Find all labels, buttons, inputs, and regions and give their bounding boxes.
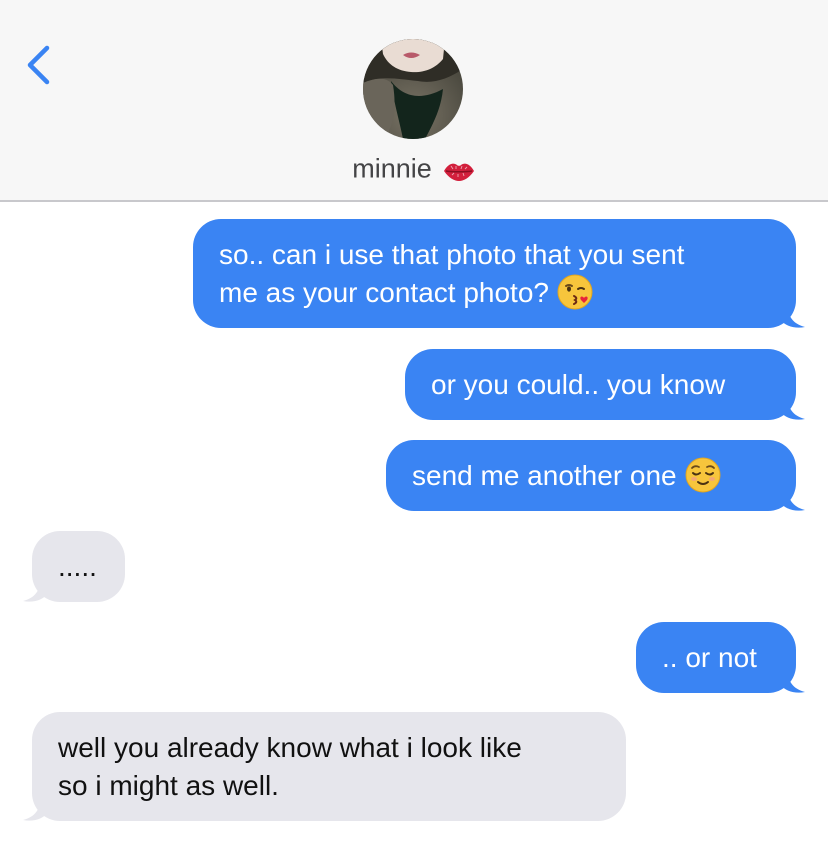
bubble-tail (23, 576, 47, 602)
message-line: me as your contact photo? (219, 277, 549, 308)
bubble-tail (781, 667, 805, 693)
bubble-tail (781, 485, 805, 511)
message-line: so i might as well. (58, 770, 279, 801)
message-line: ..... (58, 551, 97, 582)
avatar[interactable] (363, 39, 463, 139)
bubble-tail (781, 394, 805, 420)
contact-name: minnie (352, 153, 432, 184)
sent-message[interactable]: or you could.. you know (405, 349, 805, 420)
chevron-left-icon (27, 45, 50, 85)
message-line: send me another one (412, 460, 677, 491)
message-line: or you could.. you know (431, 369, 726, 400)
message-line: .. or not (662, 642, 757, 673)
face-blowing-kiss-icon (557, 274, 593, 310)
sent-message[interactable]: so.. can i use that photo that you sent … (193, 219, 805, 328)
message-line: so.. can i use that photo that you sent (219, 239, 685, 270)
message-line: well you already know what i look like (58, 732, 522, 763)
sent-message[interactable]: .. or not (636, 622, 805, 693)
back-button[interactable] (20, 40, 60, 90)
kiss-mark-icon (442, 158, 476, 181)
bubble-tail (23, 795, 47, 821)
contact-title[interactable]: minnie (0, 152, 828, 184)
relieved-face-icon (685, 457, 721, 493)
conversation-header: minnie (0, 0, 828, 202)
received-message[interactable]: well you already know what i look like s… (23, 712, 626, 821)
received-message[interactable]: ..... (23, 531, 125, 602)
bubble-tail (781, 302, 805, 328)
sent-message[interactable]: send me another one (386, 440, 805, 511)
